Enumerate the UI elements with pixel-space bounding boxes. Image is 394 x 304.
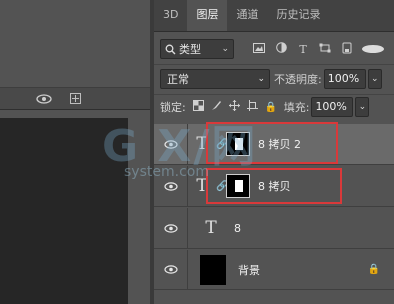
visibility-eye-icon [163,265,178,274]
type-layer-icon: T [205,218,217,238]
filter-kind-select[interactable]: 类型 ⌄ [160,39,234,59]
fill-dropdown-button[interactable]: ⌄ [355,97,370,117]
visibility-eye-icon [163,223,178,233]
tab-history[interactable]: 历史记录 [267,0,329,31]
opacity-input[interactable]: 100% [323,69,366,89]
divider [154,94,394,95]
opacity-label: 不透明度: [274,73,322,86]
blend-row: 正常 ⌄ 不透明度: 100% ⌄ [160,68,392,90]
tab-layers[interactable]: 图层 [187,0,228,31]
fill-input[interactable]: 100% [311,97,354,117]
layer-thumbnail[interactable] [200,254,226,285]
tab-channels[interactable]: 通道 [227,0,267,31]
visibility-eye-icon[interactable] [36,94,52,107]
chevron-down-icon: ⌄ [221,44,229,54]
layer-visibility-toggle[interactable] [154,250,188,289]
visibility-eye-icon [163,181,178,191]
blend-mode-select[interactable]: 正常 ⌄ [160,69,270,89]
opacity-dropdown-button[interactable]: ⌄ [367,69,382,89]
filter-kind-label: 类型 [179,43,201,56]
chevron-down-icon: ⌄ [257,74,265,84]
filter-row: 类型 ⌄ T [160,38,392,60]
document-top-area [0,0,150,88]
lock-all-icon[interactable]: 🔒 [262,102,280,113]
layer-row[interactable]: T 8 [154,208,394,249]
layer-row[interactable]: 背景 🔒 [154,250,394,290]
layer-name[interactable]: 背景 [238,262,260,278]
shape-filter-icon[interactable] [314,43,336,56]
tab-3d[interactable]: 3D [154,0,187,31]
watermark-text: system.com [124,164,209,180]
panel-tabs: 3D 图层 通道 历史记录 [154,0,394,32]
left-toolbar [0,88,150,110]
add-icon[interactable] [70,93,81,104]
lock-icon: 🔒 [367,264,380,275]
search-icon [165,44,176,54]
blend-mode-value: 正常 [167,73,189,86]
layer-name[interactable]: 8 [234,222,241,235]
image-filter-icon[interactable] [248,42,270,56]
adjustment-filter-icon[interactable] [270,42,292,56]
smart-object-filter-icon[interactable] [336,42,358,57]
filter-icons: T [248,42,384,57]
filter-toggle[interactable] [362,45,384,53]
layer-visibility-toggle[interactable] [154,208,188,248]
type-filter-icon[interactable]: T [292,43,314,56]
fill-label: 填充: [283,101,310,114]
divider [154,64,394,65]
